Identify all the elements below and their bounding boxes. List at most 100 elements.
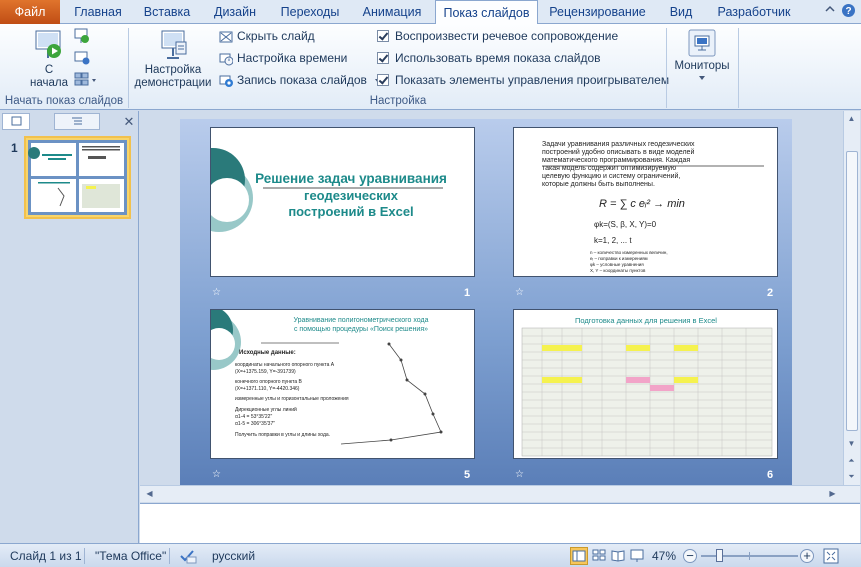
slide-1[interactable]: Решение задач уравнивания геодезических … xyxy=(181,127,475,277)
slide-transition-icon[interactable]: ☆ xyxy=(515,287,524,298)
slide-sorter-view-button[interactable] xyxy=(591,547,607,565)
slide-2-legend-4: X, Y – координаты пунктов xyxy=(590,268,646,273)
use-timings-checkbox[interactable]: Использовать время показа слайдов xyxy=(377,48,601,68)
slide-thumbnail[interactable] xyxy=(24,136,131,219)
tab-transitions[interactable]: Переходы xyxy=(272,0,348,24)
rehearse-timings-icon xyxy=(219,53,234,66)
scroll-left-icon[interactable]: ◀ xyxy=(142,486,157,501)
rehearse-timings-button[interactable]: Настройка времени xyxy=(219,48,347,68)
custom-show-button[interactable] xyxy=(74,72,98,91)
from-start-label-2: начала xyxy=(30,77,68,89)
from-start-button[interactable]: С начала xyxy=(22,28,76,90)
status-bar: Слайд 1 из 1 "Тема Office" русский 47% −… xyxy=(0,543,861,567)
from-current-slide-button[interactable] xyxy=(74,28,90,47)
reading-view-button[interactable] xyxy=(610,547,626,565)
slide-5-title-2: с помощью процедуры «Поиск решения» xyxy=(294,326,428,333)
collapse-ribbon-icon[interactable] xyxy=(822,3,838,19)
tab-design[interactable]: Дизайн xyxy=(203,0,267,24)
setup-slideshow-button[interactable]: Настройка демонстрации xyxy=(134,28,212,90)
record-slideshow-button[interactable]: Запись показа слайдов xyxy=(219,70,386,90)
spellcheck-icon[interactable] xyxy=(179,548,197,564)
zoom-in-button[interactable]: + xyxy=(800,549,814,563)
slide-1-title-3: построений в Excel xyxy=(288,204,413,219)
tab-review[interactable]: Рецензирование xyxy=(541,0,654,24)
zoom-out-button[interactable]: − xyxy=(683,549,697,563)
slide-2-formula-3: k=1, 2, ... t xyxy=(594,236,632,245)
zoom-level[interactable]: 47% xyxy=(652,544,676,567)
normal-view-button[interactable] xyxy=(570,547,588,565)
broadcast-icon xyxy=(74,51,90,65)
slide-5[interactable]: Уравнивание полигонометрического хода с … xyxy=(185,306,475,459)
slide-2-text-2: построений удобно описывать в виде модел… xyxy=(542,148,694,156)
slide-2-number: 2 xyxy=(767,287,774,299)
slide-2[interactable]: Задачи уравнивания различных геодезическ… xyxy=(513,127,778,277)
theme-name-label[interactable]: "Тема Office" xyxy=(95,544,166,567)
next-slide-icon[interactable]: ⏷ xyxy=(844,469,859,484)
zoom-slider-thumb[interactable] xyxy=(716,549,723,562)
help-icon[interactable]: ? xyxy=(840,3,856,19)
slide-5-title-1: Уравнивание полигонометрического хода xyxy=(293,317,428,324)
slide-transition-icon[interactable]: ☆ xyxy=(212,287,221,298)
language-label[interactable]: русский xyxy=(212,544,255,567)
slide-transition-icon[interactable]: ☆ xyxy=(515,469,524,480)
previous-slide-icon[interactable]: ⏶ xyxy=(844,453,859,468)
horizontal-scrollbar[interactable]: ◀ ▶ xyxy=(140,485,860,502)
slide-6-content: Подготовка данных для решения в Excel xyxy=(521,316,773,457)
slide-1-content: Решение задач уравнивания геодезических … xyxy=(181,148,447,232)
hide-slide-button[interactable]: Скрыть слайд xyxy=(219,26,315,46)
slide-2-formula-1: R = ∑ c eᵢ² → min xyxy=(599,198,685,210)
tab-file[interactable]: Файл xyxy=(0,0,60,24)
slide-2-legend-3: φk – условные уравнения xyxy=(590,262,644,267)
scroll-up-icon[interactable]: ▲ xyxy=(844,111,859,126)
tab-developer[interactable]: Разработчик xyxy=(708,0,800,24)
tab-home[interactable]: Главная xyxy=(64,0,132,24)
notes-pane[interactable] xyxy=(140,503,860,543)
custom-show-icon xyxy=(74,72,96,86)
tab-slides[interactable] xyxy=(2,113,30,130)
slide-5-number: 5 xyxy=(464,469,471,481)
tab-animations[interactable]: Анимация xyxy=(352,0,432,24)
tab-slideshow[interactable]: Показ слайдов xyxy=(435,0,538,25)
slide-transition-icon[interactable]: ☆ xyxy=(212,469,221,480)
slide-5-subtitle: Исходные данные: xyxy=(239,350,296,356)
scrollbar-thumb[interactable] xyxy=(846,151,858,431)
slide-count-label: Слайд 1 из 1 xyxy=(10,549,82,563)
thumbnail-image xyxy=(28,140,127,215)
show-media-controls-checkbox[interactable]: Показать элементы управления проигрывате… xyxy=(377,70,669,90)
monitors-icon xyxy=(688,29,716,57)
broadcast-slideshow-button[interactable] xyxy=(74,50,90,69)
setup-label-2: демонстрации xyxy=(134,77,212,89)
slide-2-text-1: Задачи уравнивания различных геодезическ… xyxy=(542,141,695,148)
use-timings-check[interactable] xyxy=(377,51,389,64)
thumbnail-number: 1 xyxy=(11,141,18,155)
slide-5-bullet-7: α1-4 = 53°35'22" xyxy=(235,414,272,420)
scroll-down-icon[interactable]: ▼ xyxy=(844,436,859,451)
slide-5-bullet-9: Получить поправки в углы и длины хода. xyxy=(235,432,330,438)
show-media-controls-check[interactable] xyxy=(377,73,389,86)
scroll-right-icon[interactable]: ▶ xyxy=(825,486,840,501)
show-media-controls-label: Показать элементы управления проигрывате… xyxy=(395,73,670,87)
slideshow-view-button[interactable] xyxy=(629,547,645,565)
slide-2-legend-2: eᵢ – поправки к измерениям xyxy=(590,256,648,261)
slide-1-title-1: Решение задач уравнивания xyxy=(255,171,447,186)
fit-slide-button[interactable] xyxy=(822,547,840,565)
vertical-scrollbar[interactable]: ▲ ▼ ⏶ ⏷ xyxy=(843,111,860,485)
ribbon: С начала Начать показ слайдов Настройка … xyxy=(0,24,861,110)
slide-2-legend-1: n – количество измеренных величин, xyxy=(590,250,668,255)
record-slideshow-icon xyxy=(219,75,233,87)
slide-6[interactable]: Подготовка данных для решения в Excel xyxy=(513,309,778,459)
thumbnail-preview xyxy=(28,140,127,215)
group-separator xyxy=(128,28,129,108)
play-narrations-checkbox[interactable]: Воспроизвести речевое сопровождение xyxy=(377,26,618,46)
tab-insert[interactable]: Вставка xyxy=(135,0,199,24)
tab-view[interactable]: Вид xyxy=(658,0,704,24)
tab-outline[interactable] xyxy=(54,113,100,130)
group-label-start: Начать показ слайдов xyxy=(4,95,124,107)
play-narrations-check[interactable] xyxy=(377,29,389,42)
slide-5-content: Уравнивание полигонометрического хода с … xyxy=(185,306,443,445)
slide-1-title-2: геодезических xyxy=(304,188,399,203)
monitors-label: Мониторы xyxy=(674,60,730,72)
monitors-button[interactable]: Мониторы xyxy=(670,28,734,86)
setup-slideshow-icon xyxy=(161,30,187,59)
close-pane-icon[interactable]: ✕ xyxy=(122,113,136,130)
